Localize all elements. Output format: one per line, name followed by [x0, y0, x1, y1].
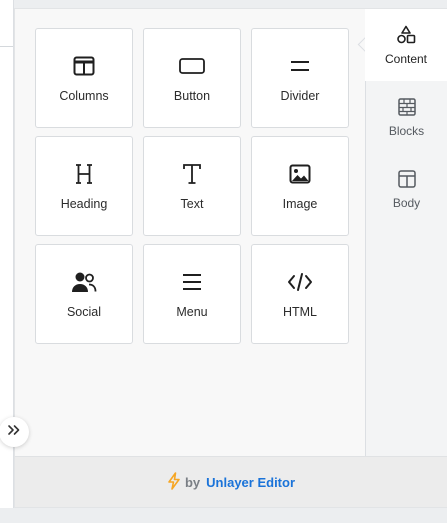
button-icon: [179, 53, 205, 79]
tools-panel: Columns Button Divider Heading Text Imag…: [14, 8, 447, 508]
image-icon: [287, 161, 313, 187]
menu-icon: [179, 269, 205, 295]
tool-label: Text: [180, 197, 204, 211]
side-tabs: Content Blocks Body: [365, 9, 447, 459]
tab-label: Content: [384, 52, 428, 66]
shapes-icon: [395, 24, 417, 46]
blocks-icon: [396, 96, 418, 118]
tool-social[interactable]: Social: [35, 244, 133, 344]
tool-text[interactable]: Text: [143, 136, 241, 236]
tool-label: Image: [282, 197, 318, 211]
tab-body[interactable]: Body: [366, 153, 447, 225]
tool-label: Columns: [59, 89, 109, 103]
tab-label: Blocks: [388, 124, 425, 138]
tool-columns[interactable]: Columns: [35, 28, 133, 128]
by-label: by: [184, 474, 201, 490]
tool-label: Heading: [60, 197, 108, 211]
tool-label: Menu: [176, 305, 208, 319]
tab-blocks[interactable]: Blocks: [366, 81, 447, 153]
html-code-icon: [287, 269, 313, 295]
heading-icon: [71, 161, 97, 187]
tool-label: Button: [173, 89, 211, 103]
tool-menu[interactable]: Menu: [143, 244, 241, 344]
layout-icon: [396, 168, 418, 190]
columns-icon: [71, 53, 97, 79]
canvas-divider: [0, 46, 13, 47]
content-tools-grid: Columns Button Divider Heading Text Imag…: [35, 28, 349, 344]
divider-icon: [287, 53, 313, 79]
brand-link[interactable]: Unlayer Editor: [206, 475, 295, 490]
tool-button[interactable]: Button: [143, 28, 241, 128]
tool-html[interactable]: HTML: [251, 244, 349, 344]
tool-divider[interactable]: Divider: [251, 28, 349, 128]
text-icon: [179, 161, 205, 187]
collapse-panel-button[interactable]: [0, 417, 29, 447]
tool-label: HTML: [282, 305, 318, 319]
tab-label: Body: [392, 196, 421, 210]
tool-heading[interactable]: Heading: [35, 136, 133, 236]
social-icon: [71, 269, 97, 295]
tool-label: Social: [66, 305, 102, 319]
tab-content[interactable]: Content: [365, 9, 447, 81]
double-chevron-right-icon: [7, 423, 21, 441]
tool-image[interactable]: Image: [251, 136, 349, 236]
bolt-icon: [167, 471, 181, 493]
powered-by-footer: by Unlayer Editor: [15, 456, 447, 507]
tool-label: Divider: [280, 89, 320, 103]
